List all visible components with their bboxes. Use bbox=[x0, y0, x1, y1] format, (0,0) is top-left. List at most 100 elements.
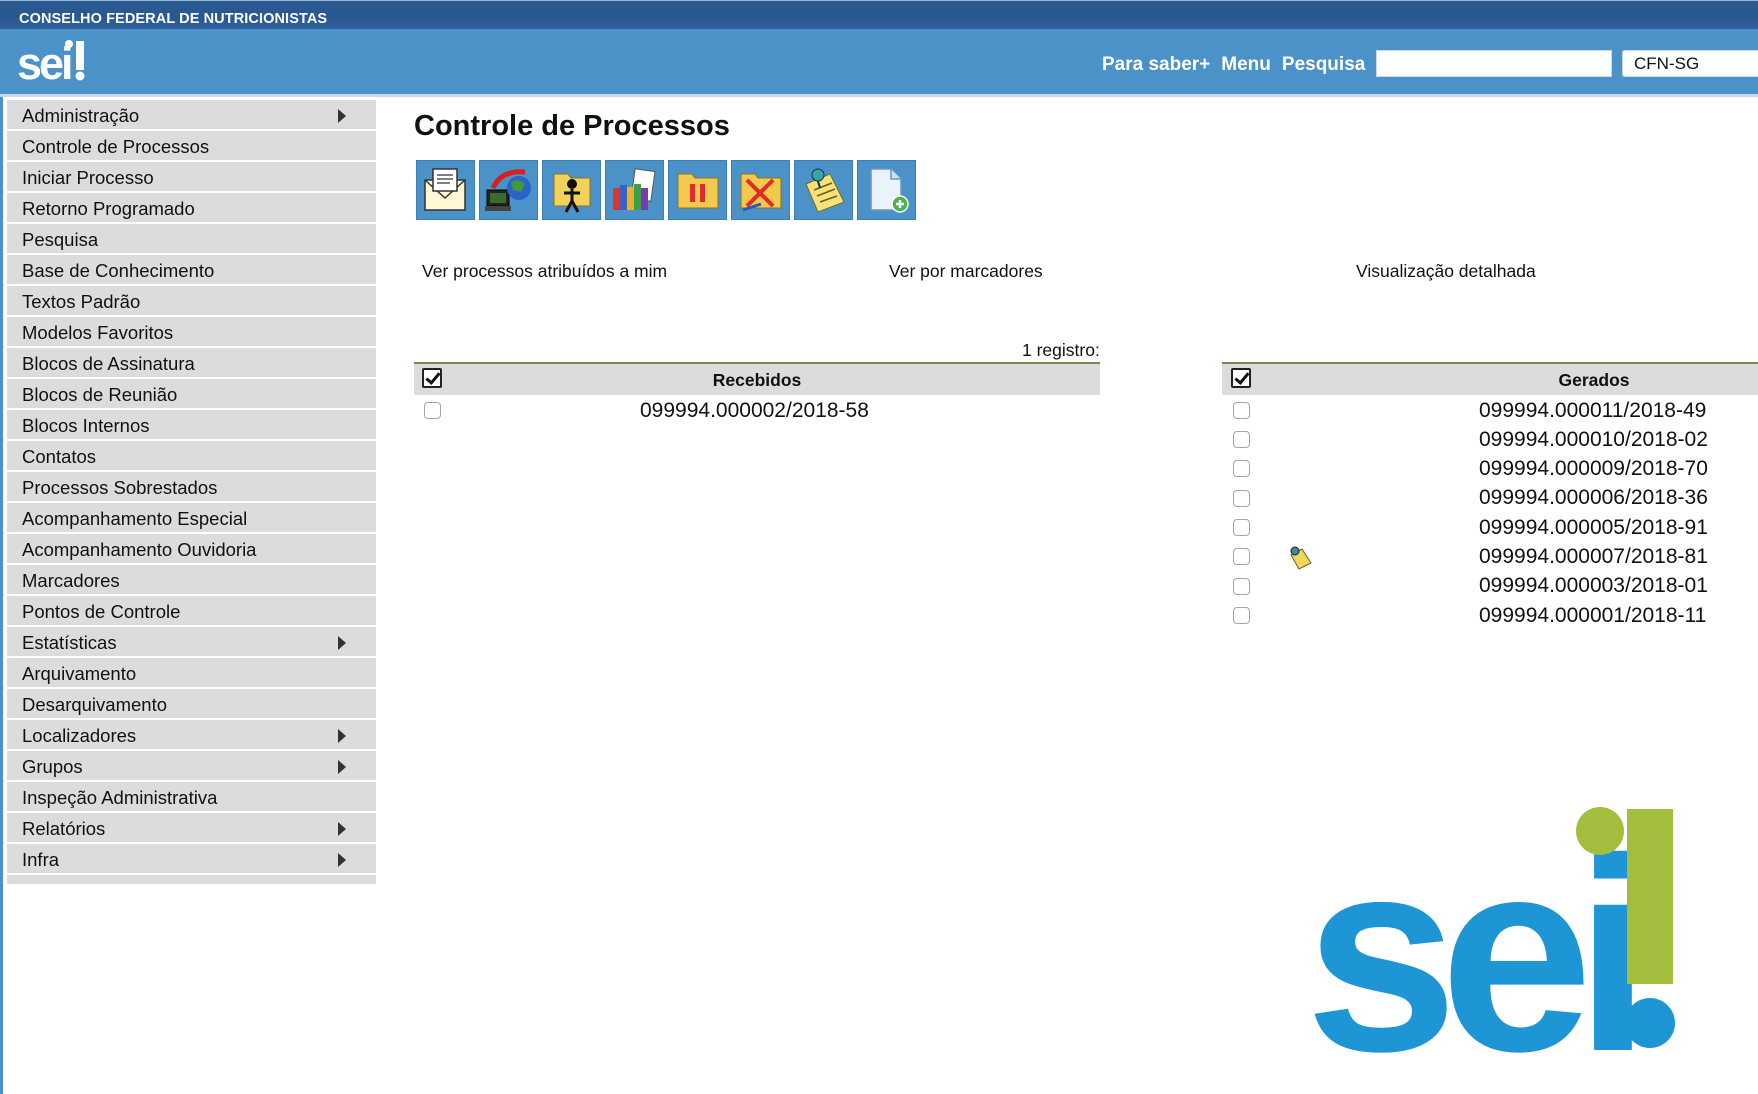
org-name: CONSELHO FEDERAL DE NUTRICIONISTAS bbox=[19, 11, 328, 27]
link-detailed-view[interactable]: Visualização detalhada bbox=[1356, 261, 1536, 282]
sidebar-item-label: Localizadores bbox=[22, 725, 137, 746]
records-count: 1 registro: bbox=[1022, 340, 1100, 360]
sidebar-item-acompanhamento-ouvidoria[interactable]: Acompanhamento Ouvidoria bbox=[7, 534, 376, 565]
submenu-arrow-icon bbox=[338, 853, 346, 867]
sidebar-item-label: Pontos de Controle bbox=[22, 601, 181, 622]
send-process-icon bbox=[424, 168, 466, 211]
sei-logo[interactable]: sei bbox=[17, 36, 91, 91]
sidebar-item-base-de-conhecimento[interactable]: Base de Conhecimento bbox=[7, 255, 376, 286]
sidebar-item-relatorios[interactable]: Relatórios bbox=[7, 813, 376, 844]
conclude-process-button[interactable] bbox=[731, 160, 790, 220]
sidebar-item-contatos[interactable]: Contatos bbox=[7, 441, 376, 472]
sidebar-item-marcadores[interactable]: Marcadores bbox=[7, 565, 376, 596]
link-para-saber[interactable]: Para saber+ bbox=[1102, 54, 1210, 76]
sidebar-menu: Administração Controle de Processos Inic… bbox=[7, 100, 376, 884]
header-divider bbox=[0, 94, 1758, 97]
sidebar-item-label: Modelos Favoritos bbox=[22, 322, 174, 343]
update-progress-button[interactable] bbox=[479, 160, 538, 220]
sidebar-item-label: Infra bbox=[22, 849, 60, 870]
sidebar-item-label: Pesquisa bbox=[22, 229, 99, 250]
sidebar-item-controle-de-processos[interactable]: Controle de Processos bbox=[7, 131, 376, 162]
generated-process-link[interactable]: 099994.000009/2018-70 bbox=[1479, 457, 1708, 481]
sidebar-item-label: Blocos Internos bbox=[22, 415, 150, 436]
sidebar-item-localizadores[interactable]: Localizadores bbox=[7, 720, 376, 751]
sidebar-item-estatisticas[interactable]: Estatísticas bbox=[7, 627, 376, 658]
assign-process-icon bbox=[553, 173, 591, 213]
received-row-checkbox[interactable] bbox=[424, 402, 441, 419]
sidebar-item-pesquisa[interactable]: Pesquisa bbox=[7, 224, 376, 255]
generated-table-header: Gerados bbox=[1222, 362, 1758, 395]
sidebar-item-textos-padrao[interactable]: Textos Padrão bbox=[7, 286, 376, 317]
sidebar-item-processos-sobrestados[interactable]: Processos Sobrestados bbox=[7, 472, 376, 503]
sidebar-item-infra[interactable]: Infra bbox=[7, 844, 376, 875]
sidebar-item-label: Contatos bbox=[22, 446, 97, 467]
new-document-icon bbox=[870, 168, 909, 213]
generated-process-link[interactable]: 099994.000011/2018-49 bbox=[1479, 399, 1706, 423]
link-by-markers[interactable]: Ver por marcadores bbox=[889, 261, 1043, 282]
sidebar-item-iniciar-processo[interactable]: Iniciar Processo bbox=[7, 162, 376, 193]
sidebar-item-label: Desarquivamento bbox=[22, 694, 167, 715]
note-button[interactable] bbox=[794, 160, 853, 220]
generated-process-link[interactable]: 099994.000006/2018-36 bbox=[1479, 486, 1708, 510]
sidebar-item-blocos-de-reuniao[interactable]: Blocos de Reunião bbox=[7, 379, 376, 410]
suspend-process-icon bbox=[677, 173, 719, 209]
sidebar-item-label: Blocos de Reunião bbox=[22, 384, 178, 405]
sidebar-item-pontos-de-controle[interactable]: Pontos de Controle bbox=[7, 596, 376, 627]
generated-process-link[interactable]: 099994.000003/2018-01 bbox=[1479, 574, 1708, 598]
generated-row-checkbox[interactable] bbox=[1233, 519, 1250, 536]
submenu-arrow-icon bbox=[338, 822, 346, 836]
submenu-arrow-icon bbox=[338, 729, 346, 743]
generated-row-checkbox[interactable] bbox=[1233, 578, 1250, 595]
note-icon bbox=[805, 168, 845, 213]
sidebar-item-blocos-internos[interactable]: Blocos Internos bbox=[7, 410, 376, 441]
sidebar-item-label: Grupos bbox=[22, 756, 83, 777]
generated-process-link[interactable]: 099994.000010/2018-02 bbox=[1479, 428, 1708, 452]
link-assigned-to-me[interactable]: Ver processos atribuídos a mim bbox=[422, 261, 667, 282]
sidebar-item-desarquivamento[interactable]: Desarquivamento bbox=[7, 689, 376, 720]
submenu-arrow-icon bbox=[338, 109, 346, 123]
sei-brand-logo: sei bbox=[1305, 802, 1685, 1094]
generated-process-link[interactable]: 099994.000005/2018-91 bbox=[1479, 516, 1708, 540]
generated-row-checkbox[interactable] bbox=[1233, 431, 1250, 448]
assign-process-button[interactable] bbox=[542, 160, 601, 220]
sidebar-item-acompanhamento-especial[interactable]: Acompanhamento Especial bbox=[7, 503, 376, 534]
sidebar-item-label: Administração bbox=[22, 105, 140, 126]
generated-process-link[interactable]: 099994.000007/2018-81 bbox=[1479, 545, 1708, 569]
sidebar-item-label: Base de Conhecimento bbox=[22, 260, 215, 281]
sidebar-item-arquivamento[interactable]: Arquivamento bbox=[7, 658, 376, 689]
org-bar: CONSELHO FEDERAL DE NUTRICIONISTAS bbox=[0, 0, 1758, 30]
unit-select[interactable]: CFN-SG bbox=[1622, 50, 1758, 77]
received-process-link[interactable]: 099994.000002/2018-58 bbox=[640, 399, 869, 423]
left-edge-border bbox=[0, 97, 3, 1094]
search-input[interactable] bbox=[1376, 50, 1612, 77]
sidebar-item-label: Acompanhamento Ouvidoria bbox=[22, 539, 257, 560]
library-button[interactable] bbox=[605, 160, 664, 220]
generated-row-checkbox[interactable] bbox=[1233, 607, 1250, 624]
sidebar-item-grupos[interactable]: Grupos bbox=[7, 751, 376, 782]
generated-row-checkbox[interactable] bbox=[1233, 548, 1250, 565]
suspend-process-button[interactable] bbox=[668, 160, 727, 220]
link-pesquisa[interactable]: Pesquisa bbox=[1282, 54, 1365, 76]
submenu-arrow-icon bbox=[338, 760, 346, 774]
sidebar-item-administracao[interactable]: Administração bbox=[7, 100, 376, 131]
conclude-process-icon bbox=[740, 173, 782, 212]
generated-row-checkbox[interactable] bbox=[1233, 460, 1250, 477]
generated-row-checkbox[interactable] bbox=[1233, 490, 1250, 507]
library-icon bbox=[613, 168, 656, 210]
send-process-button[interactable] bbox=[416, 160, 475, 220]
svg-text:sei: sei bbox=[17, 38, 71, 86]
sidebar-item-label: Retorno Programado bbox=[22, 198, 195, 219]
sidebar-item-label: Relatórios bbox=[22, 818, 106, 839]
received-table-header: Recebidos bbox=[414, 362, 1100, 395]
link-menu[interactable]: Menu bbox=[1221, 54, 1271, 76]
sidebar-item-retorno-programado[interactable]: Retorno Programado bbox=[7, 193, 376, 224]
note-icon[interactable] bbox=[1287, 544, 1314, 576]
new-document-button[interactable] bbox=[857, 160, 916, 220]
sidebar-item-modelos-favoritos[interactable]: Modelos Favoritos bbox=[7, 317, 376, 348]
generated-process-link[interactable]: 099994.000001/2018-11 bbox=[1479, 604, 1706, 628]
sidebar-item-label: Controle de Processos bbox=[22, 136, 210, 157]
sidebar-item-blocos-de-assinatura[interactable]: Blocos de Assinatura bbox=[7, 348, 376, 379]
generated-row-checkbox[interactable] bbox=[1233, 402, 1250, 419]
sidebar-item-inspecao-administrativa[interactable]: Inspeção Administrativa bbox=[7, 782, 376, 813]
header-links: Para saber+ Menu Pesquisa bbox=[1102, 54, 1365, 76]
